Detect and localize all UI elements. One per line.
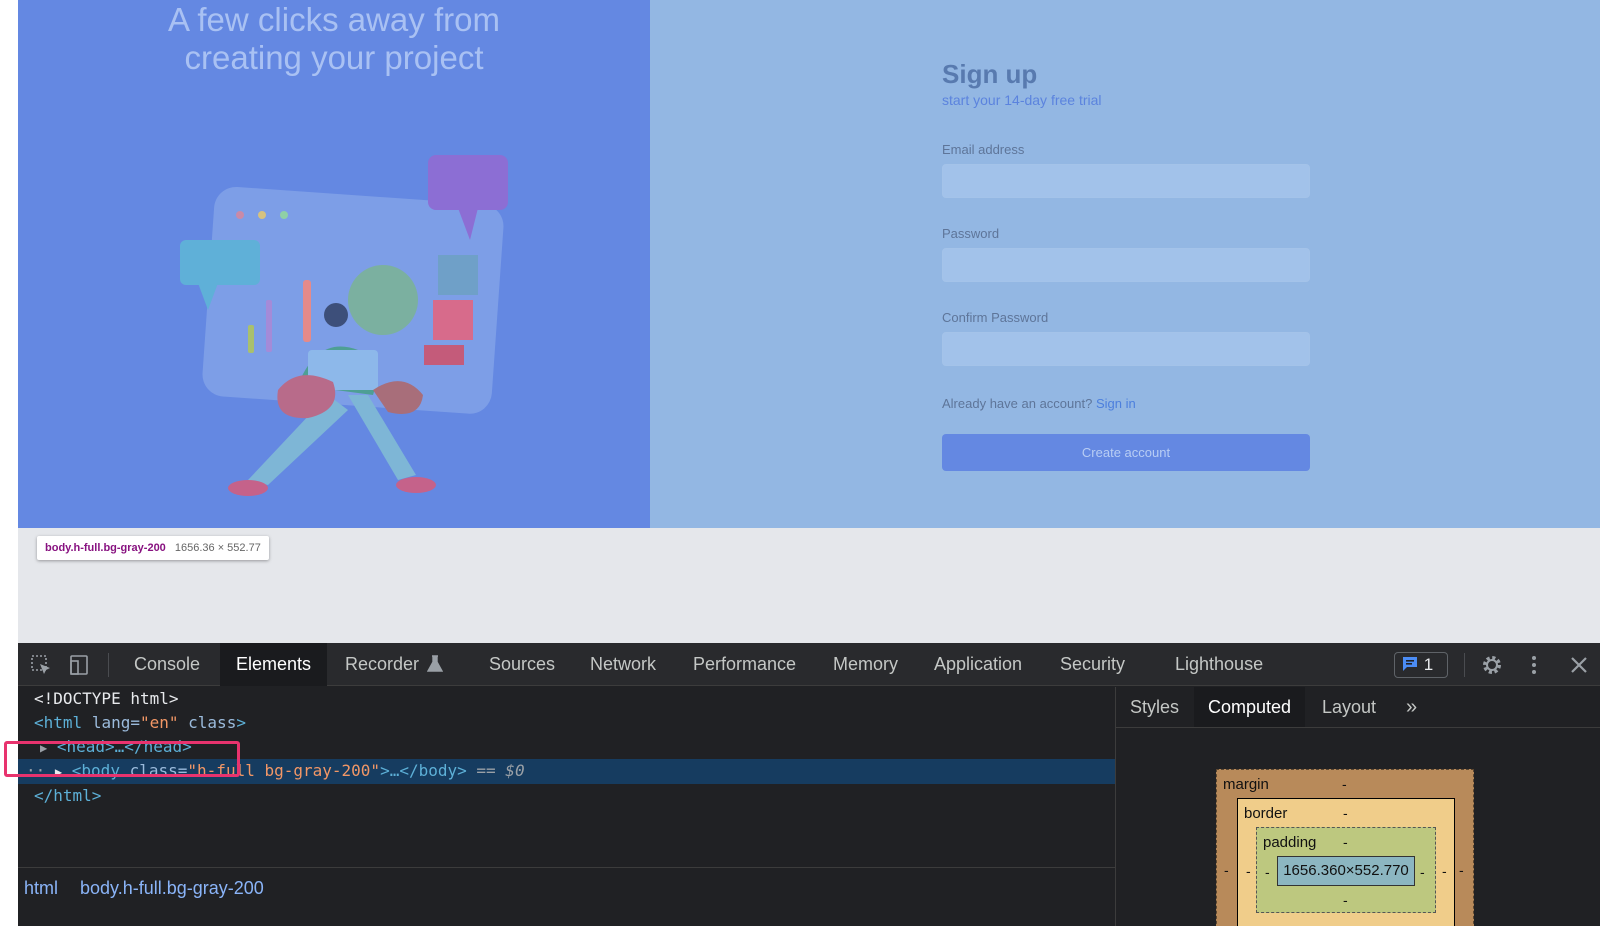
html-attr-lang-eq: = — [130, 713, 140, 732]
tab-styles[interactable]: Styles — [1116, 687, 1193, 727]
device-toolbar-icon[interactable] — [67, 653, 91, 677]
body-close-tag: >…</body> — [380, 761, 467, 780]
email-field[interactable] — [942, 164, 1310, 198]
doctype-text: <!DOCTYPE html> — [34, 689, 179, 708]
tab-computed[interactable]: Computed — [1194, 687, 1306, 727]
hero-title-line-1: A few clicks away from — [168, 1, 500, 38]
html-open-tag: <html — [34, 713, 83, 732]
border-right-value: - — [1442, 863, 1447, 879]
breadcrumb-body[interactable]: body.h-full.bg-gray-200 — [80, 868, 264, 908]
margin-left-value: - — [1224, 862, 1229, 878]
tab-memory[interactable]: Memory — [817, 643, 914, 686]
toolbar-divider-right — [1464, 653, 1465, 677]
devtools-panel: Console Elements Recorder Sources Networ… — [18, 643, 1600, 926]
margin-label: margin — [1223, 776, 1269, 793]
html-close-tag: </html> — [34, 786, 102, 805]
sidebar-tabs: Styles Computed Layout » — [1116, 687, 1600, 728]
create-account-button[interactable]: Create account — [942, 434, 1310, 471]
html-open-line[interactable]: <html lang="en" class> — [34, 711, 246, 735]
tab-elements[interactable]: Elements — [220, 643, 328, 686]
tab-recorder[interactable]: Recorder — [329, 643, 461, 686]
tab-layout[interactable]: Layout — [1308, 687, 1390, 727]
elements-tree: <!DOCTYPE html> <html lang="en" class> ▶… — [18, 687, 1136, 882]
html-attr-lang: lang — [91, 713, 131, 732]
selection-highlight-box — [4, 741, 240, 777]
tab-recorder-label: Recorder — [345, 654, 420, 674]
gear-icon[interactable] — [1480, 653, 1504, 677]
padding-right-value: - — [1420, 864, 1425, 880]
issues-message-icon — [1403, 657, 1417, 671]
signup-panel: Sign up start your 14-day free trial Ema… — [650, 0, 1600, 528]
flask-icon — [427, 655, 444, 672]
toolbar-divider — [108, 653, 109, 677]
hero-panel: A few clicks away from creating your pro… — [18, 0, 650, 528]
issues-count: 1 — [1423, 655, 1434, 674]
padding-box: padding - - - - 1656.360×552.770 — [1256, 827, 1436, 913]
tab-application[interactable]: Application — [918, 643, 1038, 686]
margin-right-value: - — [1459, 862, 1464, 878]
content-size[interactable]: 1656.360×552.770 — [1277, 856, 1415, 886]
padding-bottom-value: - — [1343, 892, 1348, 908]
issues-badge[interactable]: 1 — [1394, 652, 1448, 678]
tooltip-size: 1656.36 × 552.77 — [174, 542, 261, 554]
tab-sources[interactable]: Sources — [473, 643, 571, 686]
padding-label: padding — [1263, 834, 1317, 851]
margin-top-value: - — [1342, 776, 1347, 792]
html-attr-class: class — [188, 713, 237, 732]
doctype-line[interactable]: <!DOCTYPE html> — [34, 687, 179, 711]
html-close-line[interactable]: </html> — [34, 784, 101, 808]
tab-performance[interactable]: Performance — [677, 643, 812, 686]
border-box: border - - - padding - - - - 1656.360×55… — [1237, 798, 1455, 926]
hero-illustration — [180, 155, 508, 496]
email-label: Email address — [942, 142, 1025, 157]
page-viewport: A few clicks away from creating your pro… — [18, 0, 1600, 643]
tab-console[interactable]: Console — [118, 643, 216, 686]
tab-security[interactable]: Security — [1044, 643, 1141, 686]
html-attr-lang-value: "en" — [139, 713, 179, 732]
hero-title-line-2: creating your project — [184, 39, 484, 76]
border-label: border — [1244, 805, 1288, 822]
styles-sidebar: Styles Computed Layout » margin - - - bo… — [1115, 687, 1600, 926]
close-icon[interactable] — [1567, 653, 1591, 677]
devtools-toolbar: Console Elements Recorder Sources Networ… — [18, 643, 1600, 686]
box-model-diagram: margin - - - border - - - padding - - - … — [1216, 769, 1474, 926]
tab-lighthouse[interactable]: Lighthouse — [1159, 643, 1279, 686]
account-prompt: Already have an account? Sign in — [942, 396, 1312, 411]
html-open-close: > — [236, 713, 246, 732]
signin-link[interactable]: Sign in — [1096, 396, 1136, 411]
element-hover-tooltip: body.h-full.bg-gray-200 1656.36 × 552.77 — [37, 536, 269, 560]
confirm-password-label: Confirm Password — [942, 310, 1049, 325]
signup-form: Sign up start your 14-day free trial Ema… — [942, 58, 1312, 471]
password-label: Password — [942, 226, 1000, 241]
tooltip-selector: body.h-full.bg-gray-200 — [45, 542, 166, 554]
more-tabs-chevron-icon[interactable]: » — [1392, 687, 1431, 727]
breadcrumb: html body.h-full.bg-gray-200 — [18, 867, 1136, 907]
tab-network[interactable]: Network — [574, 643, 672, 686]
breadcrumb-html[interactable]: html — [24, 868, 58, 908]
confirm-password-field[interactable] — [942, 332, 1310, 366]
more-options-icon[interactable] — [1522, 653, 1546, 677]
padding-left-value: - — [1265, 864, 1270, 880]
padding-top-value: - — [1343, 834, 1348, 850]
hero-title: A few clicks away from creating your pro… — [18, 0, 650, 77]
signup-subtitle: start your 14-day free trial — [942, 92, 1102, 108]
border-left-value: - — [1246, 863, 1251, 879]
password-field[interactable] — [942, 248, 1310, 282]
account-prompt-text: Already have an account? — [942, 396, 1093, 411]
inspect-element-icon[interactable] — [29, 653, 53, 677]
console-ref: == $0 — [476, 761, 525, 780]
signup-title: Sign up — [942, 59, 1038, 89]
border-top-value: - — [1343, 805, 1348, 821]
